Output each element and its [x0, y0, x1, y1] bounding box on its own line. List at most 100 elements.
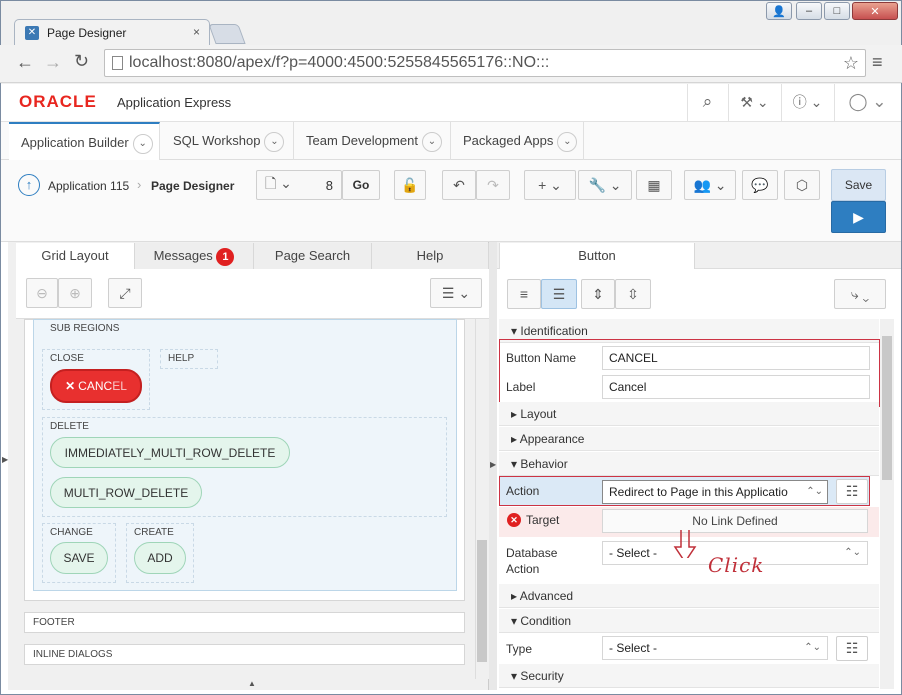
utilities-wrench-icon[interactable]: 🔧 ⌄	[578, 170, 632, 200]
tab-page-search[interactable]: Page Search	[254, 243, 372, 269]
tab-title: Page Designer	[47, 26, 127, 40]
shared-components-icon[interactable]: ▦	[636, 170, 672, 200]
tab-grid-layout[interactable]: Grid Layout	[16, 243, 135, 269]
annotation-arrow	[673, 530, 697, 558]
admin-tools-icon[interactable]: ⚒ ⌄	[728, 84, 780, 122]
inline-dialogs-region[interactable]: INLINE DIALOGS	[24, 644, 465, 665]
section-security[interactable]: ▾ Security	[499, 664, 879, 688]
inline-dialogs-label: INLINE DIALOGS	[33, 649, 113, 660]
delete-label: DELETE	[50, 421, 89, 432]
left-collapse-handle[interactable]: ▶	[2, 455, 8, 464]
select-arrows-icon: ⌃⌄	[844, 547, 861, 558]
apex-favicon: ✕	[25, 26, 39, 40]
show-all-icon[interactable]: ☰	[541, 279, 577, 309]
bottom-collapse-handle[interactable]: ▲	[248, 679, 256, 688]
right-scrollbar-thumb[interactable]	[882, 336, 892, 480]
section-behavior[interactable]: ▾ Behavior	[499, 452, 879, 476]
sub-regions-label: SUB REGIONS	[50, 323, 120, 334]
splitter-arrow-icon[interactable]: ▶	[490, 460, 496, 469]
chevron-down-icon[interactable]: ⌄	[422, 131, 442, 152]
add-button-grid[interactable]: ADD	[134, 542, 186, 574]
tab-sql-workshop[interactable]: SQL Workshop ⌄	[161, 122, 294, 160]
undo-icon[interactable]: ↶	[442, 170, 476, 200]
left-scrollbar-thumb[interactable]	[477, 540, 487, 662]
action-label: Action	[506, 484, 540, 498]
db-action-label-1: Database	[506, 546, 558, 560]
tab-packaged-apps[interactable]: Packaged Apps ⌄	[451, 122, 584, 160]
chevron-down-icon[interactable]: ⌄	[132, 133, 153, 154]
target-link-button[interactable]: No Link Defined	[602, 509, 868, 533]
collapse-all-icon[interactable]: ⇕	[581, 279, 615, 309]
address-bar[interactable]: localhost:8080/apex/f?p=4000:4500:525584…	[104, 49, 866, 77]
tab-button[interactable]: Button	[499, 243, 695, 269]
chevron-down-icon[interactable]: ⌄	[557, 131, 578, 152]
reload-icon[interactable]: ↻	[74, 51, 89, 72]
minimize-button[interactable]: –	[796, 2, 822, 20]
breadcrumb-app[interactable]: Application 115	[48, 179, 129, 193]
type-label: Type	[506, 642, 533, 656]
type-select[interactable]: - Select - ⌃⌄	[602, 636, 828, 660]
save-button[interactable]: Save	[831, 169, 886, 201]
window-person-icon[interactable]: 👤	[766, 2, 792, 20]
comments-icon[interactable]: 💬	[742, 170, 778, 200]
go-button[interactable]: Go	[342, 170, 380, 200]
help-label: HELP	[168, 353, 195, 364]
close-label: CLOSE	[50, 353, 84, 364]
action-list-button[interactable]: ☷	[836, 479, 868, 504]
label-field[interactable]: Cancel	[602, 375, 870, 399]
target-label: Target	[526, 513, 560, 527]
section-layout[interactable]: ▸ Layout	[499, 402, 879, 426]
window-close-button[interactable]: ✕	[852, 2, 898, 20]
footer-region[interactable]: FOOTER	[24, 612, 465, 633]
run-page-button[interactable]: ▶	[831, 201, 886, 233]
tab-help[interactable]: Help	[372, 243, 489, 269]
tab-label: SQL Workshop	[173, 133, 261, 148]
shapes-icon[interactable]: ⬡	[784, 170, 820, 200]
action-select[interactable]: Redirect to Page in this Applicatio ⌃⌄	[602, 480, 828, 504]
menu-icon[interactable]: ≡	[872, 52, 883, 73]
show-common-icon[interactable]: ≡	[507, 279, 541, 309]
goto-group-button[interactable]: ⤷ ⌄	[834, 279, 886, 309]
tab-team-development[interactable]: Team Development ⌄	[294, 122, 451, 160]
breadcrumb-separator: ›	[137, 177, 142, 192]
annotation-click-text: Click	[708, 553, 765, 577]
forward-icon[interactable]: →	[44, 52, 62, 73]
maximize-button[interactable]: □	[824, 2, 850, 20]
redo-icon[interactable]: ↷	[476, 170, 510, 200]
db-action-value: - Select -	[609, 546, 658, 560]
breadcrumb-page: Page Designer	[151, 179, 235, 193]
section-appearance[interactable]: ▸ Appearance	[499, 427, 879, 451]
tab-messages[interactable]: Messages 1	[135, 243, 254, 269]
save-button-grid[interactable]: SAVE	[50, 542, 108, 574]
help-icon[interactable]: ⓘ ⌄	[781, 84, 833, 122]
type-list-button[interactable]: ☷	[836, 636, 868, 661]
type-value: - Select -	[609, 641, 658, 655]
expand-icon[interactable]: ⤢	[108, 278, 142, 308]
section-advanced[interactable]: ▸ Advanced	[499, 584, 879, 608]
page-selector[interactable]: 🗋 ⌄ 8	[256, 170, 342, 200]
chevron-down-icon[interactable]: ⌄	[264, 131, 285, 152]
expand-all-icon[interactable]: ⇳	[615, 279, 651, 309]
tab-application-builder[interactable]: Application Builder ⌄	[9, 122, 160, 160]
multi-delete-button[interactable]: MULTI_ROW_DELETE	[50, 477, 202, 508]
section-condition[interactable]: ▾ Condition	[499, 609, 879, 633]
action-value: Redirect to Page in this Applicatio	[609, 485, 788, 499]
section-label: Appearance	[519, 432, 585, 446]
zoom-out-icon[interactable]: ⊖	[26, 278, 58, 308]
button-name-field[interactable]: CANCEL	[602, 346, 870, 370]
cancel-button-grid[interactable]: ✕ CANC EL	[50, 369, 142, 403]
layout-menu-button[interactable]: ☰ ⌄	[430, 278, 482, 308]
up-arrow-icon[interactable]: ↑	[18, 174, 40, 196]
imm-delete-button[interactable]: IMMEDIATELY_MULTI_ROW_DELETE	[50, 437, 290, 468]
search-icon[interactable]: ⌕	[687, 84, 727, 122]
bookmark-star-icon[interactable]: ☆	[843, 50, 859, 76]
back-icon[interactable]: ←	[16, 52, 34, 73]
messages-label: Messages	[153, 248, 213, 263]
lock-icon[interactable]: 🔓	[394, 170, 426, 200]
zoom-in-icon[interactable]: ⊕	[58, 278, 92, 308]
team-dev-icon[interactable]: 👥 ⌄	[684, 170, 736, 200]
create-menu-button[interactable]: + ⌄	[524, 170, 576, 200]
user-icon[interactable]: ◯ ⌄	[834, 84, 900, 122]
browser-tab[interactable]: ✕ Page Designer ×	[14, 19, 210, 46]
tab-close-icon[interactable]: ×	[193, 25, 200, 39]
